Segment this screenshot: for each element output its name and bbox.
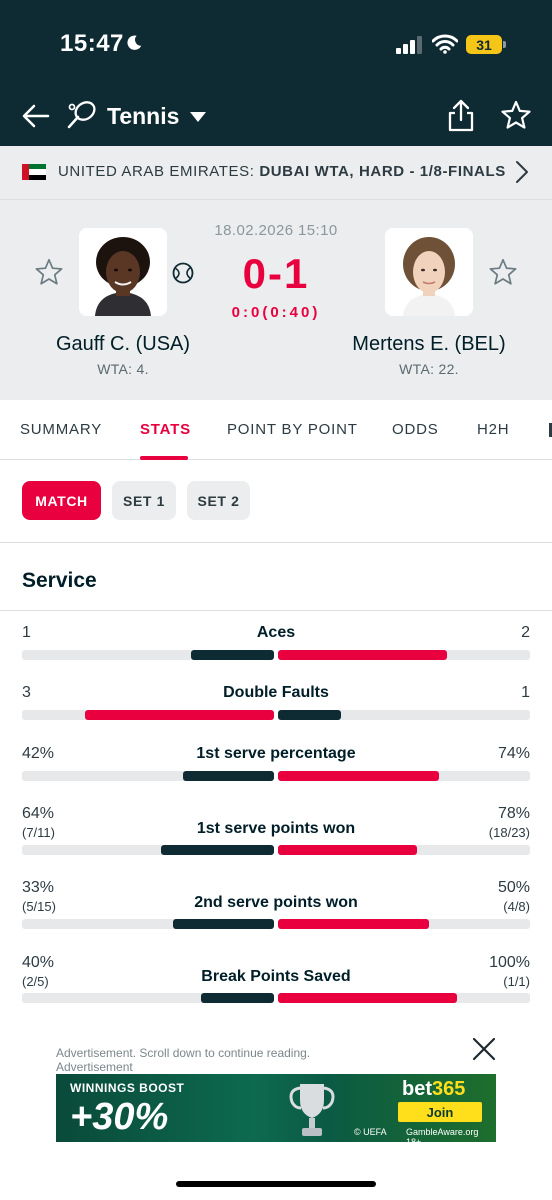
uae-flag-icon bbox=[22, 164, 46, 180]
away-bar-fill bbox=[278, 710, 341, 720]
home-indicator bbox=[176, 1181, 376, 1187]
tournament-breadcrumb[interactable]: UNITED ARAB EMIRATES: DUBAI WTA, HARD - … bbox=[0, 146, 552, 200]
breadcrumb-tournament: DUBAI WTA, HARD - 1/8-FINALS bbox=[259, 163, 506, 180]
tab-odds[interactable]: ODDS bbox=[392, 421, 439, 438]
chevron-right-icon[interactable] bbox=[514, 160, 530, 184]
home-bar-fill bbox=[85, 710, 274, 720]
ad-boost-text: WINNINGS BOOST bbox=[70, 1081, 185, 1095]
stat-name: Break Points Saved bbox=[201, 968, 351, 985]
moon-icon bbox=[127, 35, 142, 50]
battery-nub bbox=[503, 41, 506, 48]
away-bar-fill bbox=[278, 919, 429, 929]
tennis-racket-icon[interactable] bbox=[66, 99, 98, 131]
period-set-1[interactable]: SET 1 bbox=[112, 481, 176, 520]
stat-away-value: 1 bbox=[521, 684, 530, 701]
favorite-away-star-icon[interactable] bbox=[488, 257, 518, 287]
app-header: 15:47 31 Tennis bbox=[0, 0, 552, 146]
stat-bar bbox=[22, 993, 530, 1003]
sport-selector[interactable]: Tennis bbox=[107, 103, 179, 130]
home-player-name[interactable]: Gauff C. (USA) bbox=[13, 333, 233, 356]
ad-uefa-text: © UEFA bbox=[354, 1127, 387, 1137]
chevron-down-icon[interactable] bbox=[189, 111, 207, 123]
tab-stats[interactable]: STATS bbox=[140, 421, 191, 438]
tab-h2h[interactable]: H2H bbox=[477, 421, 509, 438]
away-player-avatar[interactable] bbox=[385, 228, 473, 316]
ad-gamble-text: GambleAware.org 18+ bbox=[406, 1127, 479, 1142]
away-bar-fill bbox=[278, 771, 439, 781]
stat-name: 2nd serve points won bbox=[194, 894, 358, 911]
ad-brand: bet365 bbox=[402, 1078, 465, 1101]
close-icon[interactable] bbox=[471, 1036, 497, 1062]
stat-away-value: 50% bbox=[497, 879, 530, 896]
away-player-rank: WTA: 22. bbox=[399, 361, 459, 377]
home-bar-fill bbox=[191, 650, 274, 660]
breadcrumb-text[interactable]: UNITED ARAB EMIRATES: DUBAI WTA, HARD - … bbox=[58, 163, 506, 180]
stat-away-value: 74% bbox=[497, 745, 530, 762]
away-bar-fill bbox=[278, 993, 457, 1003]
active-tab-indicator bbox=[140, 456, 188, 460]
back-arrow-icon[interactable] bbox=[20, 100, 52, 132]
ad-percent: +30% bbox=[70, 1096, 169, 1138]
divider bbox=[0, 542, 552, 543]
stat-name: 1st serve points won bbox=[196, 820, 356, 837]
stat-away-detail: (18/23) bbox=[488, 825, 530, 840]
stat-name: 1st serve percentage bbox=[196, 745, 356, 762]
match-tabs: SUMMARY STATS POINT BY POINT ODDS H2H bbox=[0, 400, 552, 460]
stat-bar bbox=[22, 650, 530, 660]
ad-brand-b: 365 bbox=[432, 1078, 466, 1100]
stat-away-value: 2 bbox=[521, 624, 530, 641]
away-player-name[interactable]: Mertens E. (BEL) bbox=[319, 333, 539, 356]
stat-away-detail: (4/8) bbox=[503, 899, 530, 914]
period-set-2[interactable]: SET 2 bbox=[187, 481, 250, 520]
battery-level: 31 bbox=[476, 36, 492, 53]
stat-bar bbox=[22, 771, 530, 781]
home-bar-fill bbox=[161, 845, 274, 855]
home-bar-fill bbox=[201, 993, 274, 1003]
stat-away-detail: (1/1) bbox=[503, 974, 530, 989]
divider bbox=[0, 610, 552, 611]
ad-label: Advertisement bbox=[56, 1060, 133, 1074]
home-bar-fill bbox=[183, 771, 274, 781]
favorite-star-icon[interactable] bbox=[500, 99, 532, 131]
tab-summary[interactable]: SUMMARY bbox=[20, 421, 102, 438]
ad-brand-a: bet bbox=[402, 1078, 432, 1100]
stat-away-value: 78% bbox=[497, 805, 530, 822]
tab-point-by-point[interactable]: POINT BY POINT bbox=[227, 421, 358, 438]
signal-icon bbox=[396, 36, 422, 54]
battery-indicator: 31 bbox=[466, 35, 502, 54]
stat-name: Aces bbox=[256, 624, 296, 641]
breadcrumb-country: UNITED ARAB EMIRATES: bbox=[58, 163, 255, 180]
stat-bar bbox=[22, 845, 530, 855]
home-player-rank: WTA: 4. bbox=[97, 361, 149, 377]
share-icon[interactable] bbox=[446, 98, 476, 132]
stat-name: Double Faults bbox=[223, 684, 329, 701]
ad-join-button[interactable]: Join bbox=[398, 1102, 482, 1122]
section-title: Service bbox=[22, 569, 97, 592]
stat-bar bbox=[22, 710, 530, 720]
home-bar-fill bbox=[173, 919, 274, 929]
trophy-icon bbox=[289, 1084, 335, 1136]
ad-note: Advertisement. Scroll down to continue r… bbox=[56, 1046, 311, 1060]
ad-banner[interactable]: WINNINGS BOOST +30% bet365 Join © UEFA G… bbox=[56, 1074, 496, 1142]
away-bar-fill bbox=[278, 845, 417, 855]
wifi-icon bbox=[432, 34, 458, 54]
away-bar-fill bbox=[278, 650, 447, 660]
period-match[interactable]: MATCH bbox=[22, 481, 101, 520]
stat-bar bbox=[22, 919, 530, 929]
stat-away-value: 100% bbox=[489, 954, 530, 971]
status-time: 15:47 bbox=[60, 30, 124, 57]
